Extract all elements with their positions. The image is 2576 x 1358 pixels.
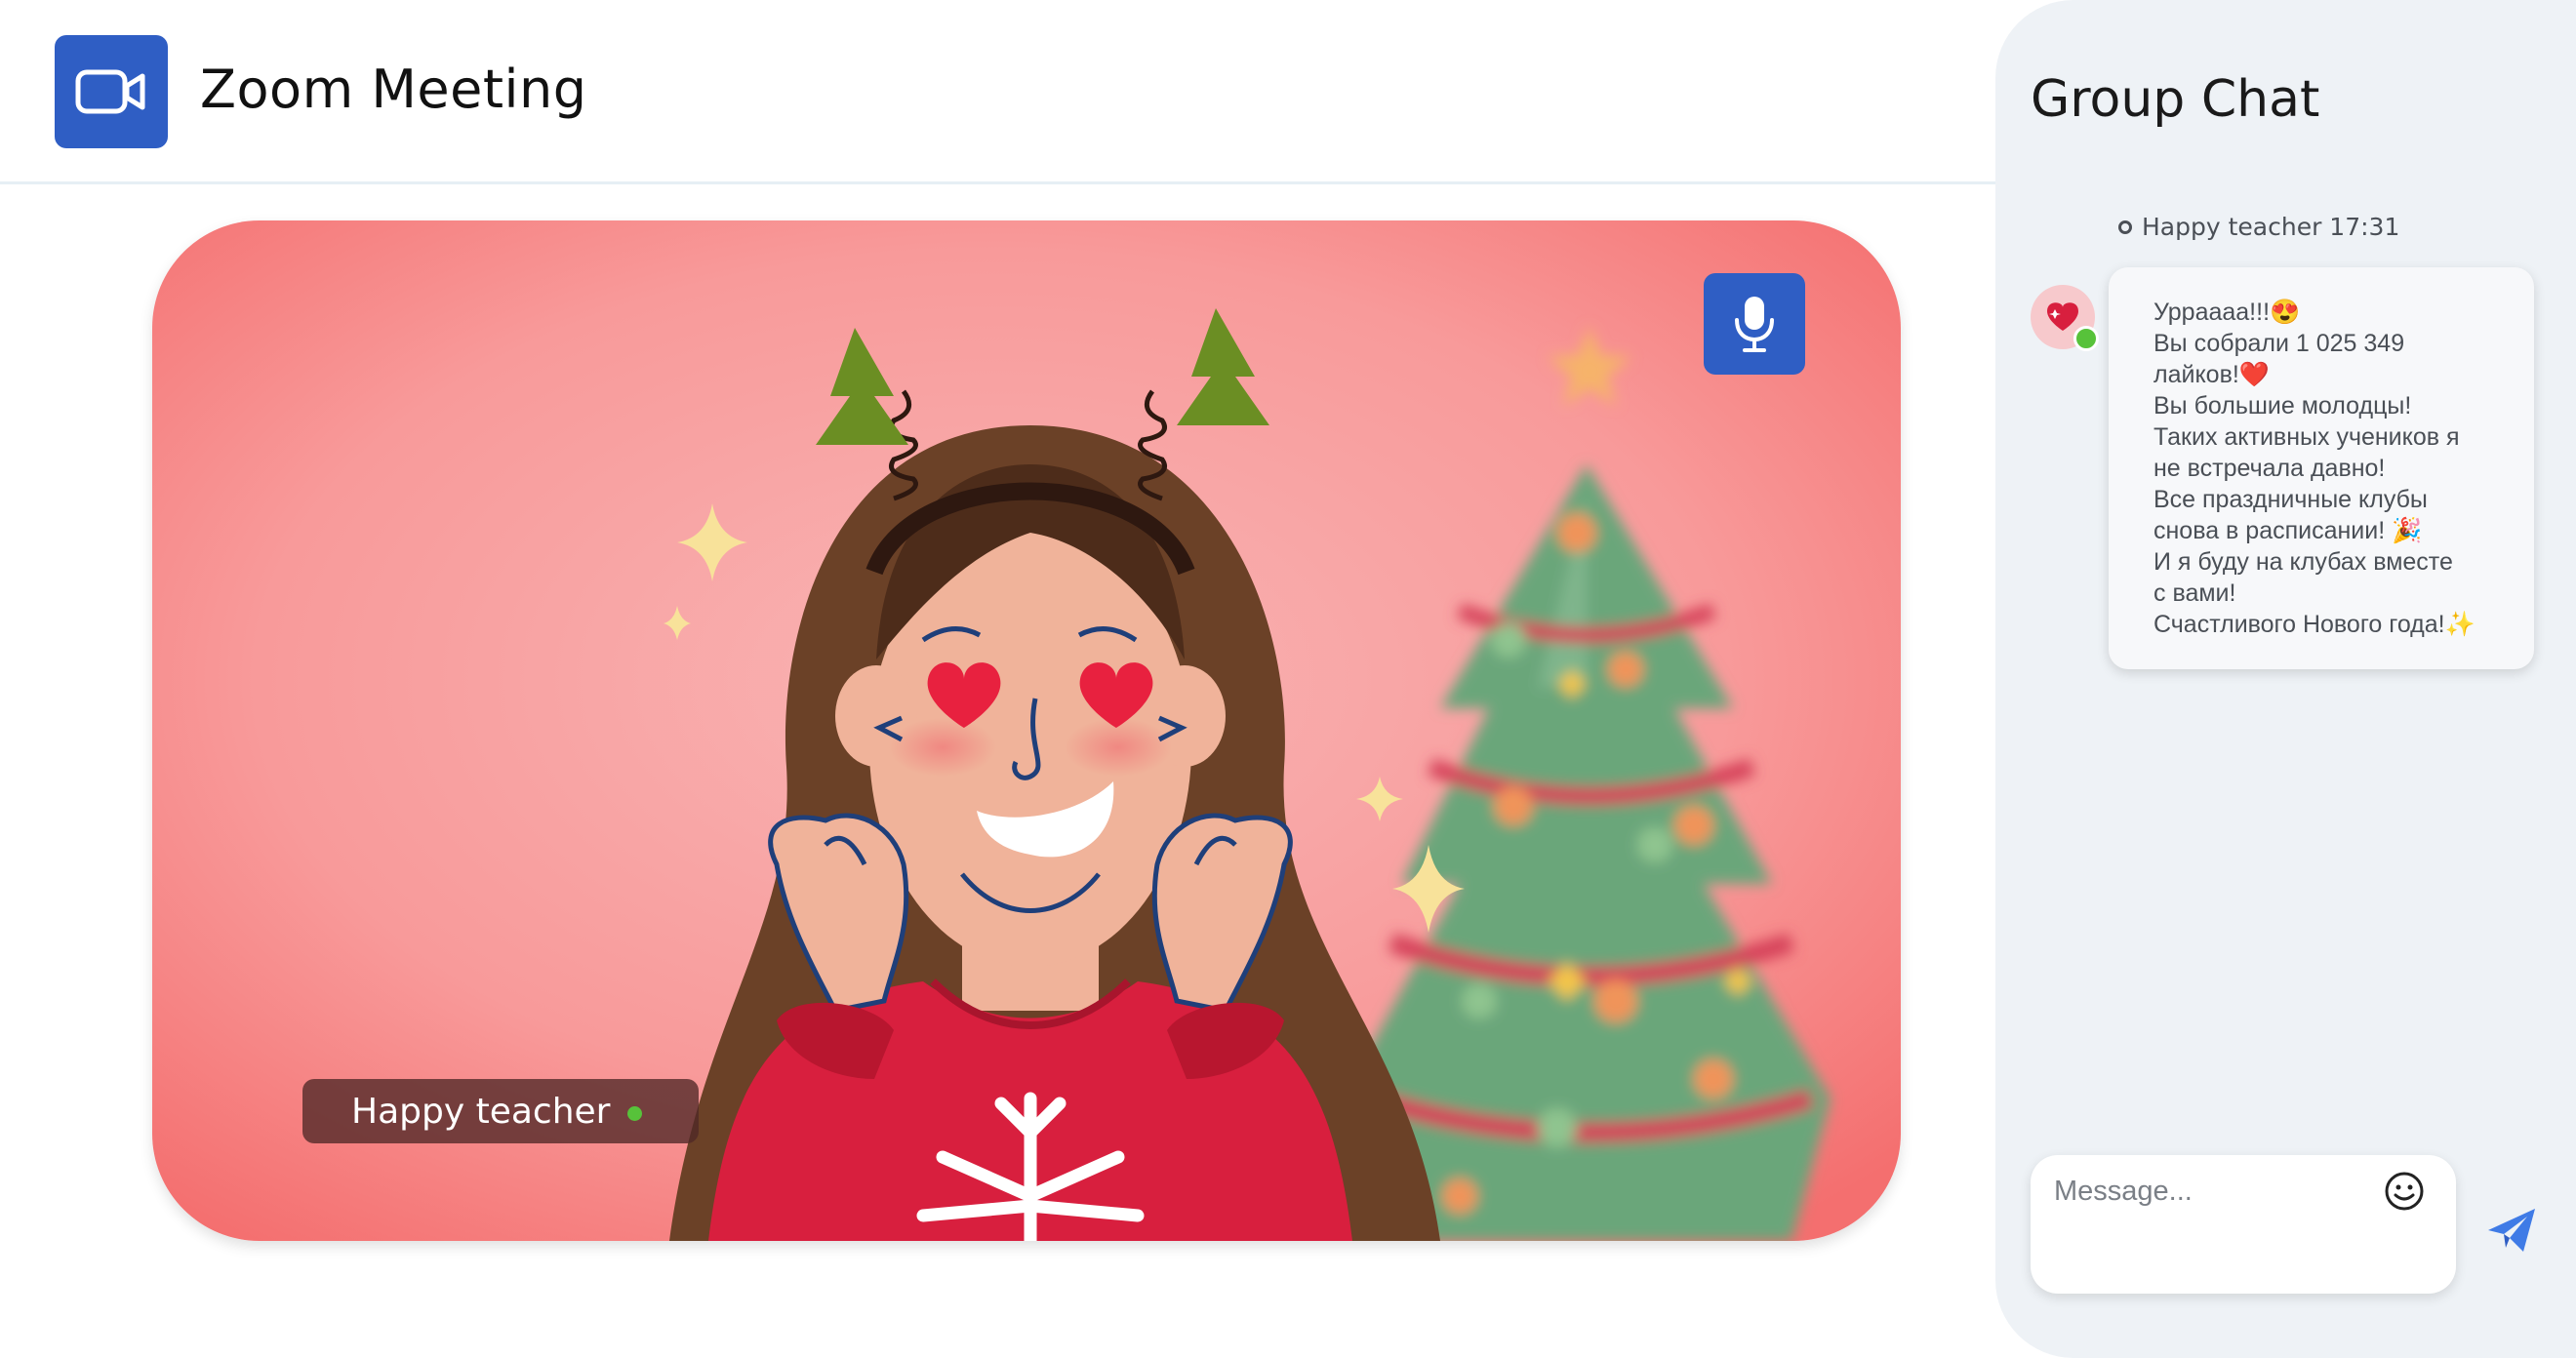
message-line: И я буду на клубах вместе: [2153, 548, 2453, 576]
message-line: не встречала давно!: [2153, 455, 2386, 482]
chat-title: Group Chat: [2031, 70, 2320, 129]
smiley-icon: [2385, 1172, 2424, 1211]
message-line: Урраааа!!!😍: [2153, 299, 2301, 326]
message-composer: [2031, 1155, 2456, 1294]
message-sender-time: Happy teacher 17:31: [2142, 213, 2400, 241]
chat-message: Урраааа!!!😍 Вы собрали 1 025 349 лайков!…: [2109, 267, 2534, 669]
online-status-indicator: [2073, 326, 2099, 351]
app: Zoom Meeting Happy teacher Group Chat Ha…: [0, 0, 2576, 1358]
message-meta: Happy teacher 17:31: [2118, 213, 2399, 241]
message-line: Таких активных учеников я: [2153, 423, 2460, 451]
message-input[interactable]: [2052, 1171, 2378, 1212]
message-line: Вы собрали 1 025 349: [2153, 330, 2405, 357]
avatar[interactable]: [2031, 285, 2099, 351]
message-line: Все праздничные клубы: [2153, 486, 2428, 513]
message-line: Счастливого Нового года!✨: [2153, 611, 2475, 638]
participant-name: Happy teacher: [351, 1091, 611, 1132]
emoji-button[interactable]: [2382, 1169, 2427, 1214]
message-line: с вами!: [2153, 579, 2236, 607]
group-chat-panel: Group Chat Happy teacher 17:31 Урраааа!!…: [1995, 0, 2576, 1358]
message-line: снова в расписании! 🎉: [2153, 517, 2423, 544]
message-line: Вы большие молодцы!: [2153, 392, 2412, 419]
send-button[interactable]: [2481, 1200, 2542, 1260]
participant-name-tag: Happy teacher: [302, 1079, 699, 1143]
app-title: Zoom Meeting: [200, 59, 587, 120]
video-camera-icon: [55, 35, 168, 148]
message-line: лайков!❤️: [2153, 361, 2270, 388]
send-icon: [2488, 1209, 2535, 1252]
top-bar: Zoom Meeting: [0, 0, 1995, 184]
participant-video: Happy teacher: [152, 220, 1901, 1241]
online-status-indicator: [627, 1105, 643, 1121]
microphone-button[interactable]: [1704, 273, 1805, 375]
status-ring-icon: [2118, 220, 2132, 234]
microphone-icon: [1735, 297, 1774, 352]
